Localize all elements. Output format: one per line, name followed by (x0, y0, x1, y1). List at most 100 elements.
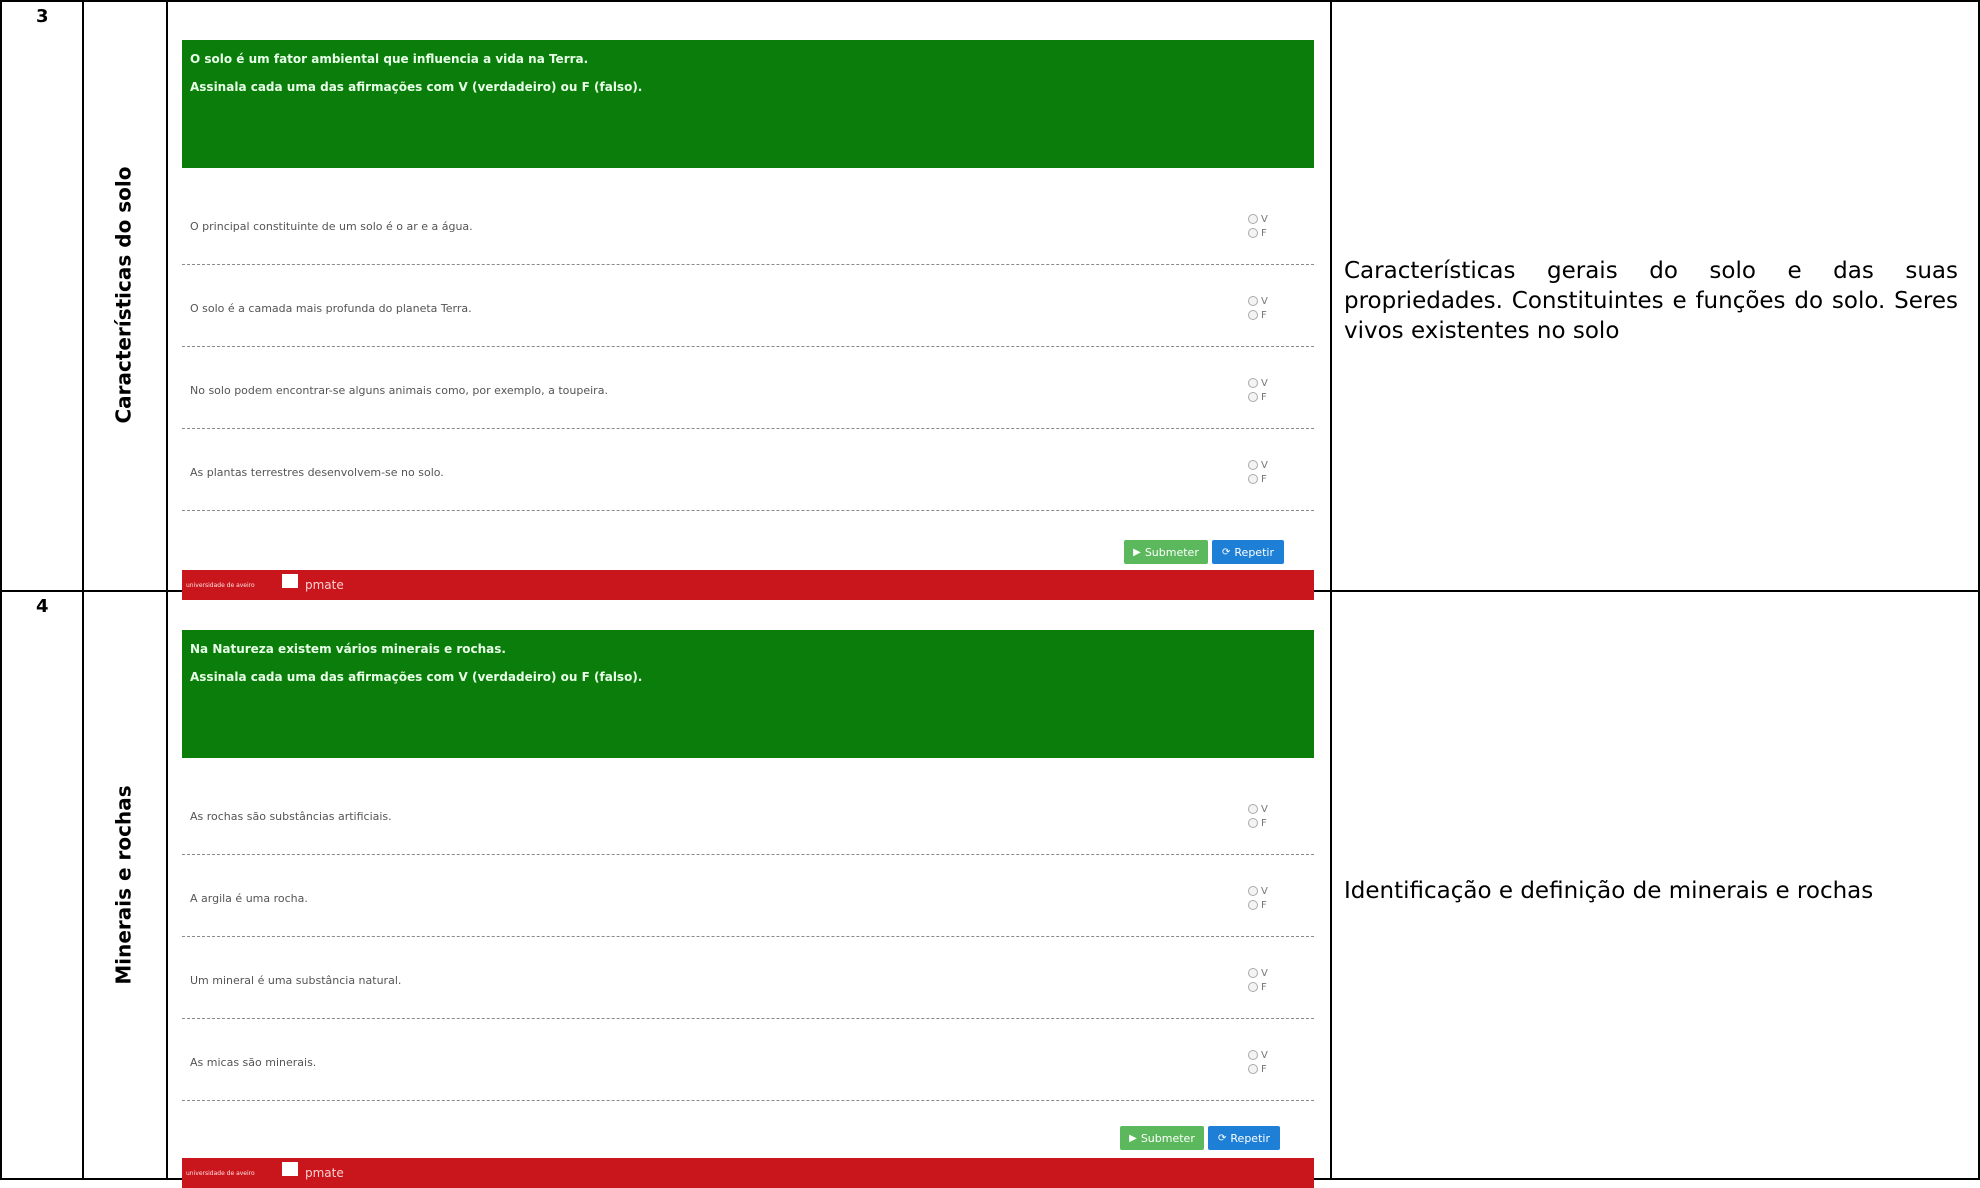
row-title-cell: Características do solo (82, 0, 166, 590)
quiz-statement: O principal constituinte de um solo é o … (182, 182, 1314, 265)
radio-label-v: V (1261, 213, 1268, 225)
radio-group: V F (1248, 458, 1278, 486)
statement-text: Um mineral é uma substância natural. (190, 974, 402, 987)
radio-true[interactable]: V (1248, 212, 1278, 226)
university-name: universidade de aveiro (186, 1170, 255, 1177)
row-title: Minerais e rochas (112, 785, 136, 985)
university-name: universidade de aveiro (186, 582, 255, 589)
radio-true[interactable]: V (1248, 376, 1278, 390)
radio-group: V F (1248, 294, 1278, 322)
document-table: 3 Características do solo O solo é um fa… (0, 0, 1980, 1188)
radio-false[interactable]: F (1248, 816, 1278, 830)
radio-group: V F (1248, 884, 1278, 912)
statement-text: O principal constituinte de um solo é o … (190, 220, 473, 233)
radio-circle-icon[interactable] (1248, 1064, 1258, 1074)
brand-name: pmate (305, 1166, 344, 1180)
table-row: 4 Minerais e rochas Na Natureza existem … (0, 590, 1980, 1188)
radio-circle-icon[interactable] (1248, 460, 1258, 470)
radio-true[interactable]: V (1248, 294, 1278, 308)
radio-label-f: F (1261, 391, 1267, 403)
radio-label-f: F (1261, 227, 1267, 239)
quiz-statement: As plantas terrestres desenvolvem-se no … (182, 428, 1314, 511)
quiz-header: Na Natureza existem vários minerais e ro… (182, 630, 1314, 758)
university-logo-icon (282, 1162, 298, 1176)
radio-circle-icon[interactable] (1248, 968, 1258, 978)
statement-text: A argila é uma rocha. (190, 892, 308, 905)
play-icon: ▶ (1129, 1132, 1137, 1144)
quiz-screenshot: O solo é um fator ambiental que influenc… (182, 40, 1314, 600)
radio-circle-icon[interactable] (1248, 310, 1258, 320)
radio-circle-icon[interactable] (1248, 1050, 1258, 1060)
repeat-button[interactable]: ⟳ Repetir (1208, 1126, 1280, 1150)
radio-circle-icon[interactable] (1248, 474, 1258, 484)
radio-label-v: V (1261, 459, 1268, 471)
radio-circle-icon[interactable] (1248, 804, 1258, 814)
row-number: 3 (36, 6, 49, 27)
row-description: Identificação e definição de minerais e … (1344, 878, 1874, 904)
row-title: Características do solo (112, 166, 136, 424)
quiz-statement: No solo podem encontrar-se alguns animai… (182, 346, 1314, 429)
quiz-statement: O solo é a camada mais profunda do plane… (182, 264, 1314, 347)
statement-text: O solo é a camada mais profunda do plane… (190, 302, 472, 315)
statement-text: As rochas são substâncias artificiais. (190, 810, 392, 823)
radio-label-f: F (1261, 1063, 1267, 1075)
radio-false[interactable]: F (1248, 390, 1278, 404)
radio-circle-icon[interactable] (1248, 818, 1258, 828)
row-number: 4 (36, 596, 49, 617)
statement-text: As micas são minerais. (190, 1056, 317, 1069)
refresh-icon: ⟳ (1222, 546, 1231, 558)
play-icon: ▶ (1133, 546, 1141, 558)
radio-circle-icon[interactable] (1248, 214, 1258, 224)
radio-false[interactable]: F (1248, 472, 1278, 486)
radio-label-f: F (1261, 473, 1267, 485)
radio-false[interactable]: F (1248, 226, 1278, 240)
radio-true[interactable]: V (1248, 884, 1278, 898)
radio-group: V F (1248, 212, 1278, 240)
quiz-header: O solo é um fator ambiental que influenc… (182, 40, 1314, 168)
radio-label-v: V (1261, 967, 1268, 979)
university-logo-icon (282, 574, 298, 588)
repeat-label: Repetir (1234, 545, 1274, 559)
radio-group: V F (1248, 966, 1278, 994)
refresh-icon: ⟳ (1218, 1132, 1227, 1144)
row-description: Características gerais do solo e das sua… (1344, 258, 1958, 344)
radio-true[interactable]: V (1248, 458, 1278, 472)
radio-label-f: F (1261, 309, 1267, 321)
radio-label-v: V (1261, 1049, 1268, 1061)
submit-button[interactable]: ▶ Submeter (1120, 1126, 1204, 1150)
radio-group: V F (1248, 376, 1278, 404)
repeat-button[interactable]: ⟳ Repetir (1212, 540, 1284, 564)
quiz-statement: As rochas são substâncias artificiais. V… (182, 772, 1314, 855)
radio-label-f: F (1261, 899, 1267, 911)
repeat-label: Repetir (1230, 1131, 1270, 1145)
radio-false[interactable]: F (1248, 898, 1278, 912)
submit-label: Submeter (1140, 1131, 1195, 1145)
quiz-statement: As micas são minerais. V F (182, 1018, 1314, 1101)
radio-true[interactable]: V (1248, 966, 1278, 980)
quiz-screenshot: Na Natureza existem vários minerais e ro… (182, 630, 1314, 1188)
radio-circle-icon[interactable] (1248, 378, 1258, 388)
quiz-intro: Na Natureza existem vários minerais e ro… (190, 642, 506, 656)
quiz-footer: universidade de aveiro pmate (182, 1158, 1314, 1188)
quiz-statement: Um mineral é uma substância natural. V F (182, 936, 1314, 1019)
statement-text: No solo podem encontrar-se alguns animai… (190, 384, 608, 397)
quiz-instruction: Assinala cada uma das afirmações com V (… (190, 670, 643, 684)
radio-label-f: F (1261, 817, 1267, 829)
radio-circle-icon[interactable] (1248, 392, 1258, 402)
radio-label-v: V (1261, 885, 1268, 897)
radio-false[interactable]: F (1248, 980, 1278, 994)
radio-circle-icon[interactable] (1248, 296, 1258, 306)
radio-circle-icon[interactable] (1248, 886, 1258, 896)
radio-label-v: V (1261, 803, 1268, 815)
quiz-statement: A argila é uma rocha. V F (182, 854, 1314, 937)
radio-circle-icon[interactable] (1248, 900, 1258, 910)
radio-group: V F (1248, 1048, 1278, 1076)
radio-true[interactable]: V (1248, 1048, 1278, 1062)
radio-label-v: V (1261, 377, 1268, 389)
radio-true[interactable]: V (1248, 802, 1278, 816)
radio-circle-icon[interactable] (1248, 228, 1258, 238)
radio-false[interactable]: F (1248, 308, 1278, 322)
radio-false[interactable]: F (1248, 1062, 1278, 1076)
radio-circle-icon[interactable] (1248, 982, 1258, 992)
submit-button[interactable]: ▶ Submeter (1124, 540, 1208, 564)
